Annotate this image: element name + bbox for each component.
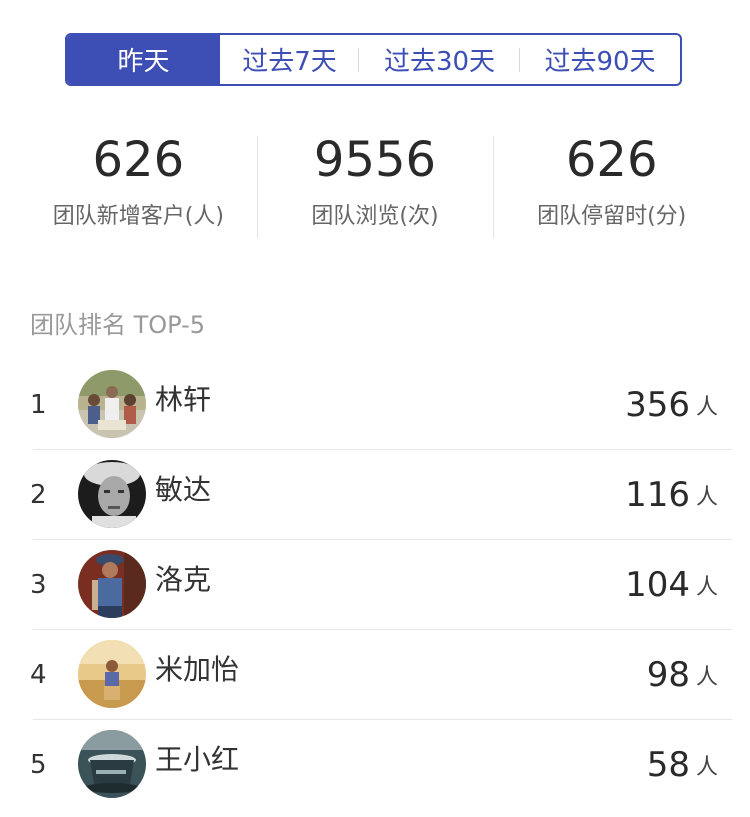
field-avatar <box>78 640 146 708</box>
member-name: 林轩 <box>155 383 212 416</box>
stat-label: 团队浏览(次) <box>311 204 439 229</box>
ranking-row[interactable]: 5 王小红 58 人 <box>0 720 750 810</box>
group-photo-avatar <box>78 370 146 438</box>
stat-new-customers: 626 团队新增客户(人) <box>20 128 257 240</box>
tab-past-30-days[interactable]: 过去30天 <box>359 35 520 84</box>
ranking-row[interactable]: 4 米加怡 98 人 <box>0 630 750 720</box>
stat-value: 626 <box>565 132 658 188</box>
rank-number: 2 <box>30 480 47 510</box>
farmer-avatar <box>78 550 146 618</box>
member-count: 356 人 <box>625 360 718 450</box>
ranking-row[interactable]: 2 敏达 116 人 <box>0 450 750 540</box>
count-value: 98 <box>646 655 690 695</box>
stat-views: 9556 团队浏览(次) <box>256 128 494 240</box>
member-count: 116 人 <box>625 450 718 540</box>
count-value: 116 <box>625 475 690 515</box>
ranking-row[interactable]: 3 洛克 104 人 <box>0 540 750 630</box>
tab-past-7-days[interactable]: 过去7天 <box>220 35 359 84</box>
tab-past-90-days[interactable]: 过去90天 <box>520 35 680 84</box>
ranking-row[interactable]: 1 林轩 356 人 <box>0 360 750 450</box>
stat-dwell-time: 626 团队停留时(分) <box>493 128 730 240</box>
member-name: 米加怡 <box>155 653 240 686</box>
member-name: 敏达 <box>155 473 212 506</box>
rank-number: 5 <box>30 750 47 780</box>
stats-summary: 626 团队新增客户(人) 9556 团队浏览(次) 626 团队停留时(分) <box>20 128 730 240</box>
count-value: 356 <box>625 385 690 425</box>
member-count: 98 人 <box>647 630 718 720</box>
stat-label: 团队停留时(分) <box>537 204 687 229</box>
ranking-list: 1 林轩 356 人 2 敏达 116 人 3 洛克 104 人 4 米加怡 9… <box>0 360 750 810</box>
stat-label: 团队新增客户(人) <box>52 204 224 229</box>
member-name: 洛克 <box>155 563 212 596</box>
rank-number: 1 <box>30 390 47 420</box>
time-range-tabs: 昨天 过去7天 过去30天 过去90天 <box>65 33 682 86</box>
stat-value: 9556 <box>313 132 437 188</box>
count-unit: 人 <box>695 755 718 780</box>
count-value: 104 <box>625 565 690 605</box>
count-unit: 人 <box>695 575 718 600</box>
member-count: 58 人 <box>647 720 718 810</box>
count-unit: 人 <box>695 395 718 420</box>
member-name: 王小红 <box>155 743 240 776</box>
rank-number: 4 <box>30 660 47 690</box>
member-count: 104 人 <box>625 540 718 630</box>
ranking-title: 团队排名 TOP-5 <box>30 311 206 339</box>
tab-yesterday[interactable]: 昨天 <box>67 35 220 84</box>
stat-value: 626 <box>92 132 185 188</box>
count-unit: 人 <box>695 665 718 690</box>
count-unit: 人 <box>695 485 718 510</box>
coffee-cup-avatar <box>78 730 146 798</box>
count-value: 58 <box>646 745 690 785</box>
rank-number: 3 <box>30 570 47 600</box>
old-man-avatar <box>78 460 146 528</box>
